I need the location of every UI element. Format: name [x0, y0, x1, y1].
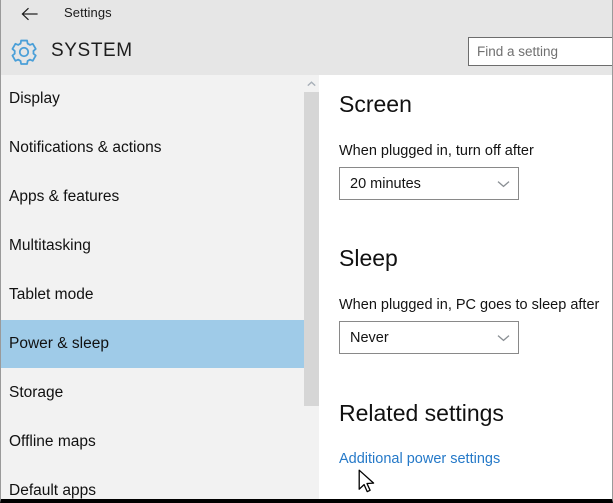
sidebar-item-label: Power & sleep	[9, 335, 109, 352]
back-button[interactable]	[13, 0, 47, 28]
sleep-timeout-label: When plugged in, PC goes to sleep after	[339, 297, 600, 313]
gear-icon[interactable]	[9, 37, 39, 67]
back-arrow-icon	[21, 7, 39, 21]
settings-header: SYSTEM	[1, 28, 612, 75]
sidebar-item-default-apps[interactable]: Default apps	[1, 467, 304, 499]
title-bar: Settings	[1, 0, 612, 28]
sidebar-item-label: Display	[9, 90, 60, 107]
search-input[interactable]	[469, 38, 612, 65]
sleep-timeout-value: Never	[350, 329, 389, 346]
sidebar-item-label: Offline maps	[9, 433, 96, 450]
chevron-down-icon	[488, 180, 518, 188]
chevron-down-icon	[488, 334, 518, 342]
sidebar-item-label: Default apps	[9, 482, 97, 499]
screen-section-heading: Screen	[339, 91, 412, 117]
content-panel: Screen When plugged in, turn off after 2…	[319, 75, 612, 499]
additional-power-settings-link[interactable]: Additional power settings	[339, 451, 500, 467]
sidebar-item-label: Notifications & actions	[9, 139, 162, 156]
sidebar-item-label: Storage	[9, 384, 64, 401]
scroll-up-button[interactable]	[304, 75, 319, 91]
sidebar-item-label: Apps & features	[9, 188, 120, 205]
sidebar-item-label: Multitasking	[9, 237, 91, 254]
screen-timeout-dropdown[interactable]: 20 minutes	[339, 167, 519, 200]
screen-timeout-label: When plugged in, turn off after	[339, 143, 534, 159]
sidebar-item-notifications-actions[interactable]: Notifications & actions	[1, 124, 304, 172]
sidebar-item-power-sleep[interactable]: Power & sleep	[1, 320, 304, 368]
sleep-timeout-dropdown[interactable]: Never	[339, 321, 519, 354]
page-title: SYSTEM	[51, 40, 133, 61]
sidebar-scrollbar[interactable]	[304, 75, 319, 499]
settings-window: Settings SYSTEM Display Notifications & …	[0, 0, 613, 503]
sidebar-item-apps-features[interactable]: Apps & features	[1, 173, 304, 221]
screen-timeout-value: 20 minutes	[350, 175, 421, 192]
window-title: Settings	[64, 5, 112, 20]
sidebar-item-storage[interactable]: Storage	[1, 369, 304, 417]
sidebar-item-tablet-mode[interactable]: Tablet mode	[1, 271, 304, 319]
related-settings-heading: Related settings	[339, 400, 504, 426]
sidebar-item-label: Tablet mode	[9, 286, 94, 303]
sidebar-item-display[interactable]: Display	[1, 75, 304, 123]
sidebar-item-offline-maps[interactable]: Offline maps	[1, 418, 304, 466]
sidebar-item-multitasking[interactable]: Multitasking	[1, 222, 304, 270]
sidebar-nav: Display Notifications & actions Apps & f…	[1, 75, 319, 499]
scrollbar-thumb[interactable]	[304, 92, 319, 406]
chevron-up-icon	[307, 74, 316, 92]
sleep-section-heading: Sleep	[339, 245, 398, 271]
search-box[interactable]	[468, 37, 612, 66]
